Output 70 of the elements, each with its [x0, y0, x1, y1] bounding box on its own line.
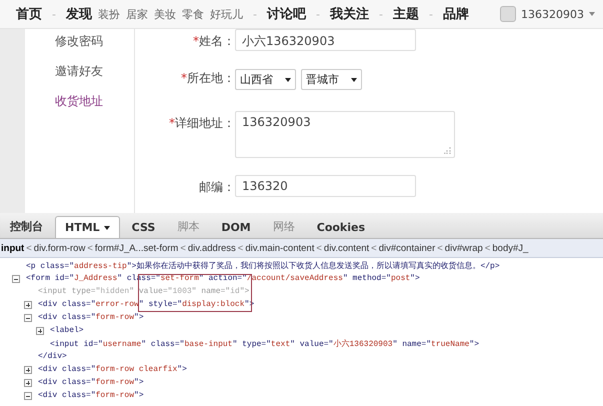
- field-label: *姓名：: [192, 33, 235, 50]
- devtools-tab[interactable]: CSS: [122, 216, 166, 238]
- nav-link[interactable]: 讨论吧: [266, 5, 306, 23]
- nav-sublink[interactable]: 零食: [182, 6, 204, 22]
- field-label: 邮编：: [198, 179, 235, 196]
- field-label: *详细地址：: [168, 115, 235, 132]
- collapse-icon[interactable]: [12, 274, 20, 282]
- dropdown[interactable]: 晋城市: [301, 69, 362, 90]
- nav-link[interactable]: 我关注: [330, 5, 369, 23]
- breadcrumb-separator: <: [179, 242, 187, 254]
- nav-link[interactable]: 发现: [66, 5, 92, 23]
- nav-link[interactable]: 首页: [16, 5, 42, 23]
- nav-separator: -: [252, 8, 257, 20]
- breadcrumb-item[interactable]: form#J_A...set-form: [94, 242, 180, 254]
- code-line: </div>: [38, 352, 67, 361]
- avatar-icon: [500, 6, 516, 22]
- sidebar-item[interactable]: 邀请好友: [55, 63, 134, 80]
- dropdown[interactable]: 山西省: [235, 69, 296, 90]
- nav-sublink[interactable]: 居家: [126, 6, 148, 22]
- text-field[interactable]: 小六136320903: [235, 29, 416, 51]
- breadcrumb-separator: <: [25, 242, 33, 254]
- devtools-tab[interactable]: DOM: [211, 216, 261, 238]
- text-field[interactable]: 136320: [235, 175, 416, 197]
- sidebar-item[interactable]: 收货地址: [55, 93, 134, 110]
- nav-separator: -: [378, 8, 383, 20]
- breadcrumb-separator: <: [370, 242, 378, 254]
- resize-grip-icon[interactable]: [444, 147, 451, 154]
- nav-link[interactable]: 品牌: [442, 5, 469, 23]
- breadcrumb-item[interactable]: body#J_: [491, 242, 530, 254]
- code-line: <div class="form-row">: [38, 378, 144, 387]
- sidebar-item[interactable]: 修改密码: [55, 33, 134, 50]
- nav-separator: -: [428, 8, 433, 20]
- nav-sublink[interactable]: 好玩儿: [210, 6, 243, 22]
- expand-icon[interactable]: [36, 326, 44, 334]
- breadcrumb-separator: <: [315, 242, 323, 254]
- devtools-tab[interactable]: Cookies: [306, 216, 376, 238]
- devtools-tab[interactable]: HTML: [55, 216, 120, 238]
- breadcrumb-item[interactable]: div.main-content: [244, 242, 316, 254]
- breadcrumb-separator: <: [86, 242, 94, 254]
- user-menu[interactable]: 136320903: [500, 6, 595, 22]
- expand-icon[interactable]: [24, 378, 32, 386]
- expand-icon[interactable]: [24, 366, 32, 374]
- nav-sublink[interactable]: 美妆: [154, 6, 176, 22]
- nav-sublink[interactable]: 装扮: [98, 6, 120, 22]
- breadcrumb-separator: <: [436, 242, 444, 254]
- code-line: <p class="address-tip">如果你在活动中获得了奖品，我们将按照以下收货人信息发送奖品，所以请填写真实的收货信息。</p>: [26, 260, 500, 271]
- address-textarea[interactable]: 136320903: [235, 111, 455, 158]
- breadcrumb-separator: <: [484, 242, 492, 254]
- code-line: <input type="hidden" value="1003" name="id">: [38, 287, 250, 296]
- breadcrumb-item[interactable]: div#container: [378, 242, 436, 254]
- field-label: *所在地：: [180, 70, 235, 87]
- breadcrumb-item[interactable]: input: [0, 242, 26, 254]
- code-line: <label>: [50, 326, 84, 335]
- breadcrumb-item[interactable]: div#wrap: [444, 242, 484, 254]
- nav-separator: -: [52, 8, 56, 20]
- devtools-tab[interactable]: 控制台: [0, 214, 53, 238]
- breadcrumb-item[interactable]: div.form-row: [32, 242, 86, 254]
- breadcrumb-item[interactable]: div.content: [322, 242, 370, 254]
- nav-link[interactable]: 主题: [392, 5, 419, 23]
- caret-icon[interactable]: [104, 226, 110, 230]
- collapse-icon[interactable]: [24, 314, 32, 322]
- breadcrumb-separator: <: [236, 242, 244, 254]
- collapse-icon[interactable]: [24, 392, 32, 400]
- nav-separator: -: [316, 8, 320, 20]
- code-line: <div class="form-row clearfix">: [38, 365, 187, 374]
- breadcrumb-item[interactable]: div.address: [186, 242, 237, 254]
- code-line: <div class="form-row">: [38, 391, 144, 400]
- code-line: <input id="username" class="base-input" type="text" value="小六136320903" name="trueName">: [50, 338, 480, 349]
- code-line: <div class="form-row">: [38, 313, 144, 322]
- expand-icon[interactable]: [24, 300, 32, 308]
